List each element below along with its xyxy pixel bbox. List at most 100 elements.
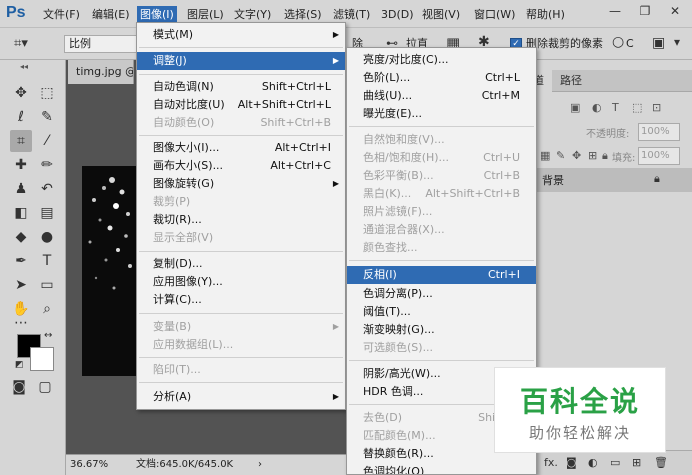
menu-item-image-rotation[interactable]: 图像旋转(G) ▶ xyxy=(137,175,345,193)
menu-bar: Ps 文件(F) 编辑(E) 图像(I) 图层(L) 文字(Y) 选择(S) 滤… xyxy=(0,0,692,28)
opacity-input[interactable]: 100% xyxy=(638,123,680,141)
menu-edit[interactable]: 编辑(E) xyxy=(89,6,133,23)
lock-all-icon[interactable]: 🔒︎ xyxy=(602,149,608,163)
menu-item-brightness-contrast[interactable]: 亮度/对比度(C)... xyxy=(347,51,536,69)
shortcut-label: Shift+Ctrl+B xyxy=(260,116,331,129)
blur-tool-icon[interactable]: ◆ xyxy=(10,226,32,248)
lock-image-icon[interactable]: ✎ xyxy=(556,149,565,162)
screen-mode-icon[interactable]: ▢ xyxy=(34,376,56,398)
menu-item-analysis[interactable]: 分析(A) ▶ xyxy=(137,388,345,406)
content-aware-label[interactable]: C xyxy=(626,35,634,53)
trash-icon[interactable]: 🗑︎ xyxy=(654,456,668,469)
shortcut-label: Shift+Ctrl+L xyxy=(261,80,331,93)
menu-item-label: 自动对比度(U) xyxy=(153,98,225,111)
menu-item-calculations[interactable]: 计算(C)... xyxy=(137,291,345,309)
eraser-tool-icon[interactable]: ◧ xyxy=(10,202,32,224)
menu-window[interactable]: 窗口(W) xyxy=(471,6,518,23)
menu-item-levels[interactable]: 色阶(L)... Ctrl+L xyxy=(347,69,536,87)
smart-object-filter-icon[interactable]: ⊡ xyxy=(652,101,661,114)
zoom-level[interactable]: 36.67% xyxy=(70,458,118,472)
menu-item-threshold[interactable]: 阈值(T)... xyxy=(347,303,536,321)
menu-layer[interactable]: 图层(L) xyxy=(184,6,227,23)
menu-item-canvas-size[interactable]: 画布大小(S)... Alt+Ctrl+C xyxy=(137,157,345,175)
brush-tool-icon[interactable]: ✏ xyxy=(36,154,58,176)
gradient-tool-icon[interactable]: ▤ xyxy=(36,202,58,224)
shape-filter-icon[interactable]: ⬚ xyxy=(632,101,642,114)
menu-item-exposure[interactable]: 曝光度(E)... xyxy=(347,105,536,123)
menu-item-label: 变量(B) xyxy=(153,320,192,333)
pixel-filter-icon[interactable]: ▣ xyxy=(570,101,580,114)
menu-item-photo-filter: 照片滤镜(F)... xyxy=(347,203,536,221)
collapse-icon[interactable]: ◂◂ xyxy=(20,62,28,71)
minimize-button[interactable]: — xyxy=(606,4,624,18)
menu-item-posterize[interactable]: 色调分离(P)... xyxy=(347,285,536,303)
pen-tool-icon[interactable]: ✒ xyxy=(10,250,32,272)
layer-row[interactable]: 背景 🔒︎ xyxy=(536,168,692,192)
menu-view[interactable]: 视图(V) xyxy=(419,6,463,23)
chevron-down-icon[interactable]: ▾ xyxy=(674,35,680,49)
lasso-tool-icon[interactable]: ℓ xyxy=(10,106,32,128)
adjustment-filter-icon[interactable]: ◐ xyxy=(592,101,602,114)
menu-item-auto-contrast[interactable]: 自动对比度(U) Alt+Shift+Ctrl+L xyxy=(137,96,345,114)
dodge-tool-icon[interactable]: ● xyxy=(36,226,58,248)
menu-help[interactable]: 帮助(H) xyxy=(523,6,568,23)
menu-item-label: HDR 色调... xyxy=(363,385,424,398)
zoom-tool-icon[interactable]: ⌕ xyxy=(36,298,58,320)
status-menu-arrow[interactable]: › xyxy=(258,458,262,472)
menu-item-label: 匹配颜色(M)... xyxy=(363,429,436,442)
healing-brush-tool-icon[interactable]: ✚ xyxy=(10,154,32,176)
menu-item-equalize[interactable]: 色调均化(O) xyxy=(347,463,536,474)
menu-item-image-size[interactable]: 图像大小(I)... Alt+Ctrl+I xyxy=(137,139,345,157)
quick-mask-icon[interactable]: ◙ xyxy=(8,376,30,398)
artboard-icon[interactable]: ⊞ xyxy=(588,149,597,162)
clone-stamp-tool-icon[interactable]: ♟ xyxy=(10,178,32,200)
crop-icon[interactable]: ⌗▾ xyxy=(14,36,28,51)
menu-3d[interactable]: 3D(D) xyxy=(378,6,417,23)
fx-icon[interactable]: fx. xyxy=(544,456,558,469)
lock-position-icon[interactable]: ✥ xyxy=(572,149,581,162)
search-icon[interactable]: ○ xyxy=(612,34,624,50)
history-brush-tool-icon[interactable]: ↶ xyxy=(36,178,58,200)
quick-select-tool-icon[interactable]: ✎ xyxy=(36,106,58,128)
swap-colors-icon[interactable]: ↔ xyxy=(44,330,52,341)
close-button[interactable]: ✕ xyxy=(666,4,684,18)
document-tab[interactable]: timg.jpg @ 3 xyxy=(68,60,134,84)
marquee-tool-icon[interactable]: ⬚ xyxy=(36,82,58,104)
menu-item-invert[interactable]: 反相(I) Ctrl+I xyxy=(347,266,536,284)
menu-image[interactable]: 图像(I) xyxy=(137,6,177,23)
crop-tool-icon[interactable]: ⌗ xyxy=(10,130,32,152)
rectangle-tool-icon[interactable]: ▭ xyxy=(36,274,58,296)
menu-filter[interactable]: 滤镜(T) xyxy=(330,6,373,23)
adjustment-layer-icon[interactable]: ◐ xyxy=(588,456,598,469)
fill-input[interactable]: 100% xyxy=(638,147,680,165)
type-tool-icon[interactable]: T xyxy=(36,250,58,272)
menu-select[interactable]: 选择(S) xyxy=(281,6,325,23)
ratio-select[interactable]: 比例 xyxy=(64,35,138,53)
menu-item-auto-tone[interactable]: 自动色调(N) Shift+Ctrl+L xyxy=(137,78,345,96)
menu-item-trim[interactable]: 裁切(R)... xyxy=(137,211,345,229)
tab-paths[interactable]: 路径 xyxy=(552,70,590,92)
background-color-swatch[interactable] xyxy=(30,347,54,371)
default-colors-icon[interactable]: ◩ xyxy=(15,360,24,370)
move-tool-icon[interactable]: ✥ xyxy=(10,82,32,104)
menu-item-curves[interactable]: 曲线(U)... Ctrl+M xyxy=(347,87,536,105)
menu-item-label: 黑白(K)... xyxy=(363,187,412,200)
menu-item-apply-image[interactable]: 应用图像(Y)... xyxy=(137,273,345,291)
more-tools-icon[interactable]: ⋯ xyxy=(10,312,32,334)
menu-item-gradient-map[interactable]: 渐变映射(G)... xyxy=(347,321,536,339)
lock-transparent-icon[interactable]: ▦ xyxy=(540,149,550,162)
restore-button[interactable]: ❐ xyxy=(636,4,654,18)
eyedropper-tool-icon[interactable]: ⁄ xyxy=(36,130,58,152)
path-select-tool-icon[interactable]: ➤ xyxy=(10,274,32,296)
menu-type[interactable]: 文字(Y) xyxy=(231,6,274,23)
watermark: 百科全说 助你轻松解决 xyxy=(494,367,666,453)
group-icon[interactable]: ▭ xyxy=(610,456,620,469)
panel-toggle-icon[interactable]: ▣ xyxy=(652,35,665,51)
menu-item-duplicate[interactable]: 复制(D)... xyxy=(137,255,345,273)
type-filter-icon[interactable]: T xyxy=(612,101,619,114)
menu-item-adjust[interactable]: 调整(J) ▶ xyxy=(137,52,345,70)
menu-item-mode[interactable]: 模式(M) ▶ xyxy=(137,26,345,44)
mask-icon[interactable]: ◙ xyxy=(566,456,577,469)
menu-file[interactable]: 文件(F) xyxy=(40,6,83,23)
new-layer-icon[interactable]: ⊞ xyxy=(632,456,641,469)
